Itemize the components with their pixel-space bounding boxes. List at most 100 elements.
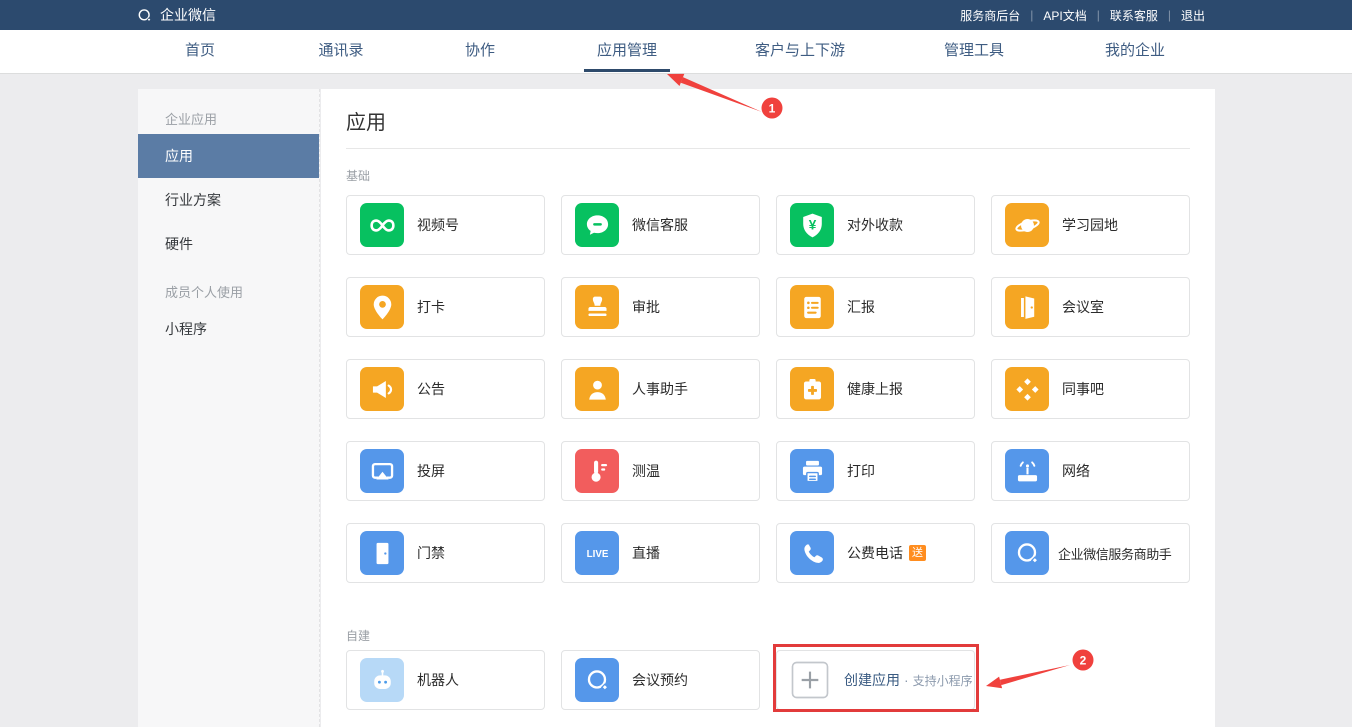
app-label: 投屏 [417, 461, 445, 481]
plus-icon [790, 660, 830, 700]
topbar-link-0[interactable]: 服务商后台 [950, 7, 1030, 24]
app-grid-basic: 视频号 微信客服 ¥ 对外收款 学习园地打卡 审批 汇报 会议室公告 人事助手 健康上报 同事吧投屏… [346, 195, 1215, 583]
app-card[interactable]: 打印 [776, 441, 975, 501]
pinwheel-icon [1005, 367, 1049, 411]
app-card[interactable]: 会议室 [991, 277, 1190, 337]
svg-text:LIVE: LIVE [586, 549, 608, 560]
app-label: 会议预约 [632, 670, 688, 690]
app-label: 直播 [632, 543, 660, 563]
robot-icon [360, 658, 404, 702]
app-label: 对外收款 [847, 215, 903, 235]
create-app-sublabel: 支持小程序 [913, 672, 973, 689]
app-label: 机器人 [417, 670, 459, 690]
sidebar-item[interactable]: 行业方案 [138, 178, 319, 222]
nav-tab-4[interactable]: 客户与上下游 [755, 30, 845, 72]
app-card[interactable]: 公告 [346, 359, 545, 419]
app-label: 企业微信服务商助手 [1058, 544, 1171, 563]
app-label: 学习园地 [1062, 215, 1118, 235]
section-label-self: 自建 [346, 627, 1215, 641]
app-card[interactable]: 同事吧 [991, 359, 1190, 419]
app-label: 打卡 [417, 297, 445, 317]
nav-tab-0[interactable]: 首页 [185, 30, 215, 72]
app-card[interactable]: 视频号 [346, 195, 545, 255]
meeting-door-icon [1005, 285, 1049, 329]
wecom-logo-icon [575, 658, 619, 702]
planet-icon [1005, 203, 1049, 247]
person-icon [575, 367, 619, 411]
location-pin-icon [360, 285, 404, 329]
app-label: 审批 [632, 297, 660, 317]
health-kit-icon [790, 367, 834, 411]
app-card[interactable]: 打卡 [346, 277, 545, 337]
report-doc-icon [790, 285, 834, 329]
router-icon [1005, 449, 1049, 493]
app-label: 健康上报 [847, 379, 903, 399]
sidebar-section-header: 成员个人使用 [138, 266, 319, 307]
live-icon: LIVE [575, 531, 619, 575]
app-card[interactable]: 健康上报 [776, 359, 975, 419]
app-card[interactable]: 公费电话送 [776, 523, 975, 583]
thermometer-icon [575, 449, 619, 493]
app-card[interactable]: 汇报 [776, 277, 975, 337]
app-card[interactable]: 门禁 [346, 523, 545, 583]
wecom-logo[interactable]: 企业微信 [135, 0, 216, 30]
wecom-logo-icon [1005, 531, 1049, 575]
app-card[interactable]: 微信客服 [561, 195, 760, 255]
sidebar-item[interactable]: 小程序 [138, 307, 319, 351]
app-card[interactable]: 网络 [991, 441, 1190, 501]
app-label: 汇报 [847, 297, 875, 317]
app-card[interactable]: 投屏 [346, 441, 545, 501]
megaphone-icon [360, 367, 404, 411]
app-label: 同事吧 [1062, 379, 1104, 399]
wechat-kefu-icon [575, 203, 619, 247]
shield-yuan-icon: ¥ [790, 203, 834, 247]
nav-tab-6[interactable]: 我的企业 [1105, 30, 1165, 72]
app-label: 打印 [847, 461, 875, 481]
sidebar-item-selected[interactable]: 应用 [138, 134, 319, 178]
create-app-label: 创建应用 [844, 670, 900, 690]
app-label: 测温 [632, 461, 660, 481]
topbar-link-3[interactable]: 退出 [1171, 7, 1215, 24]
nav-tab-3-active[interactable]: 应用管理 [597, 30, 657, 72]
topbar-link-2[interactable]: 联系客服 [1100, 7, 1168, 24]
app-label: 公费电话 [847, 543, 903, 563]
create-app-separator: · [904, 672, 909, 688]
page-title: 应用 [346, 106, 1215, 135]
topbar-link-1[interactable]: API文档 [1033, 7, 1096, 24]
app-card[interactable]: 测温 [561, 441, 760, 501]
section-label-basic: 基础 [346, 167, 1215, 181]
wecom-bubble-icon [135, 6, 154, 25]
title-divider [346, 148, 1190, 149]
app-label: 门禁 [417, 543, 445, 563]
main-nav: 首页 通讯录 协作 应用管理 客户与上下游 管理工具 我的企业 [0, 30, 1352, 74]
app-card[interactable]: LIVE 直播 [561, 523, 760, 583]
sidebar-item[interactable]: 硬件 [138, 222, 319, 266]
gift-badge: 送 [909, 545, 926, 561]
svg-text:¥: ¥ [808, 217, 816, 232]
nav-tab-2[interactable]: 协作 [465, 30, 495, 72]
app-label: 网络 [1062, 461, 1090, 481]
top-dark-bar: 企业微信 服务商后台|API文档|联系客服|退出 [0, 0, 1352, 30]
phone-icon [790, 531, 834, 575]
app-label: 视频号 [417, 215, 459, 235]
nav-tab-5[interactable]: 管理工具 [944, 30, 1004, 72]
sidebar: 企业应用应用行业方案硬件成员个人使用小程序 [138, 89, 320, 727]
printer-icon [790, 449, 834, 493]
nav-tab-1[interactable]: 通讯录 [318, 30, 363, 72]
stamp-icon [575, 285, 619, 329]
app-card[interactable]: 会议预约 [561, 650, 760, 710]
app-card[interactable]: 企业微信服务商助手 [991, 523, 1190, 583]
create-app-card[interactable]: 创建应用·支持小程序 [776, 650, 975, 710]
arrow-1-head [667, 74, 684, 86]
app-card[interactable]: 人事助手 [561, 359, 760, 419]
app-card[interactable]: 机器人 [346, 650, 545, 710]
screencast-icon [360, 449, 404, 493]
app-card[interactable]: 审批 [561, 277, 760, 337]
app-card[interactable]: 学习园地 [991, 195, 1190, 255]
app-label: 人事助手 [632, 379, 688, 399]
app-card[interactable]: ¥ 对外收款 [776, 195, 975, 255]
topbar-links: 服务商后台|API文档|联系客服|退出 [950, 0, 1215, 30]
video-channels-icon [360, 203, 404, 247]
app-label: 微信客服 [632, 215, 688, 235]
app-grid-self: 机器人 会议预约 创建应用·支持小程序 [346, 650, 1215, 710]
